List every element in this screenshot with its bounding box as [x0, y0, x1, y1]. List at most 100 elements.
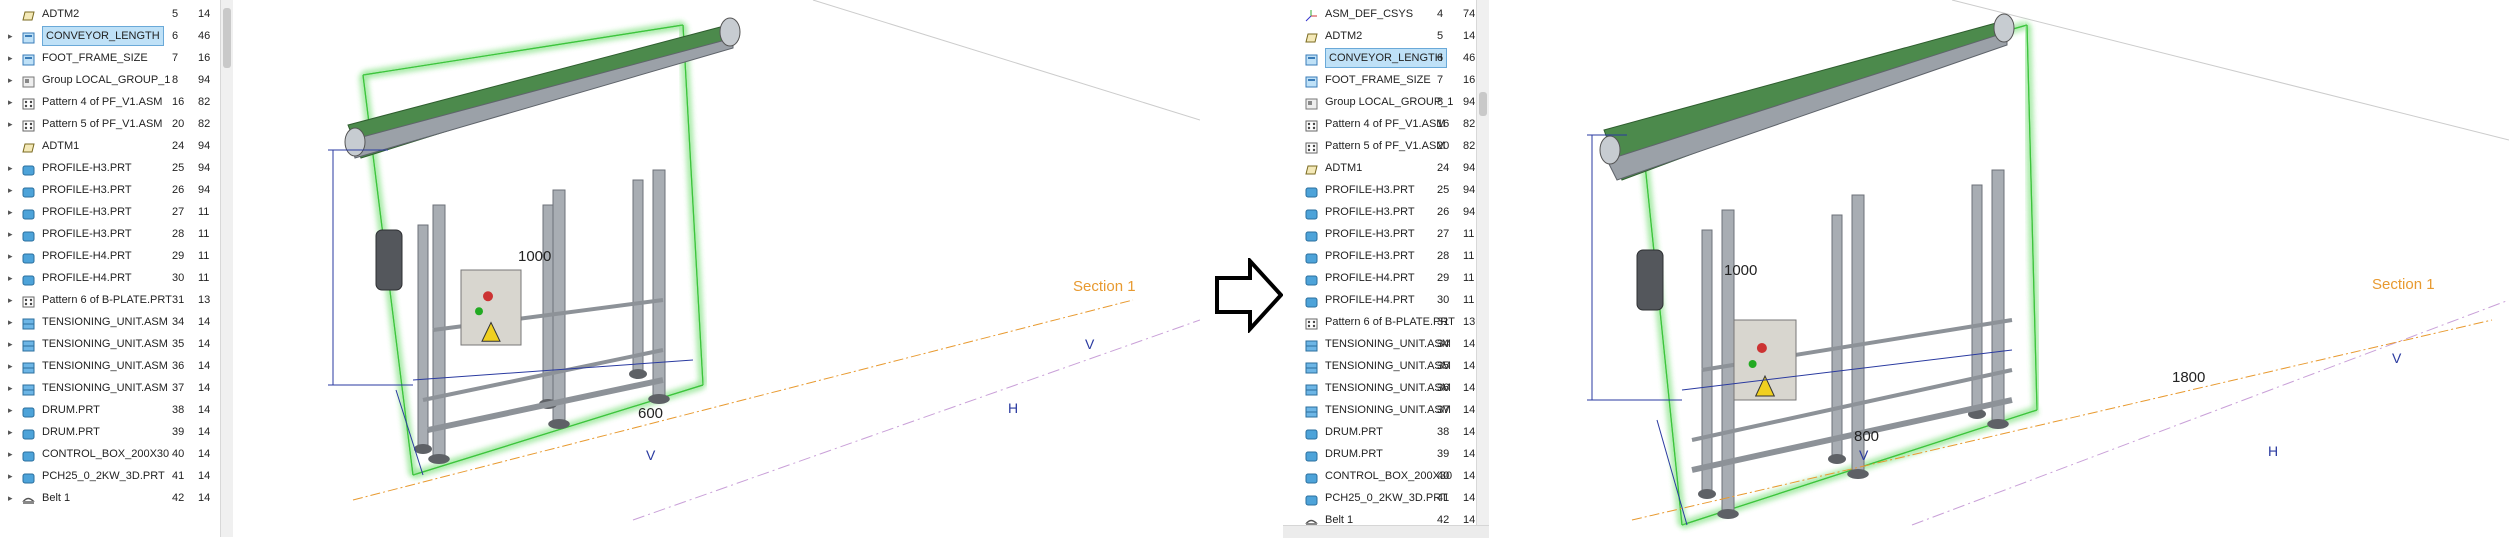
expand-arrow-icon[interactable]: ▸: [8, 47, 18, 69]
right-tree-row[interactable]: PROFILE-H4.PRT 29 11: [1283, 267, 1485, 289]
left-3d-viewport[interactable]: 1000 600 Section 1 V H V: [233, 0, 1200, 537]
right-tree-row[interactable]: PROFILE-H4.PRT 30 11: [1283, 289, 1485, 311]
expand-arrow-icon[interactable]: ▸: [8, 223, 18, 245]
expand-arrow-icon[interactable]: ▸: [8, 399, 18, 421]
left-tree-row[interactable]: ▸ DRUM.PRT 38 14: [0, 399, 220, 421]
expand-arrow-icon[interactable]: ▸: [8, 289, 18, 311]
right-tree-row[interactable]: PROFILE-H3.PRT 26 94: [1283, 201, 1485, 223]
left-tree-row[interactable]: ▸ PROFILE-H3.PRT 28 11: [0, 223, 220, 245]
left-tree-row[interactable]: ▸ Pattern 6 of B-PLATE.PRT 31 13: [0, 289, 220, 311]
tree-row-name: TENSIONING_UNIT.ASM: [1325, 338, 1451, 350]
tree-row-name: Pattern 5 of PF_V1.ASM: [1325, 140, 1446, 152]
right-tree-row[interactable]: CONVEYOR_LENGTH 6 46: [1283, 47, 1485, 69]
expand-arrow-icon[interactable]: ▸: [8, 311, 18, 333]
right-tree-row[interactable]: Group LOCAL_GROUP_1 8 94: [1283, 91, 1485, 113]
expand-arrow-icon[interactable]: ▸: [8, 157, 18, 179]
tree-row-value: 14: [198, 470, 211, 482]
part-icon: [1305, 294, 1318, 308]
tree-row-id: 39: [1437, 448, 1450, 460]
part-icon: [1305, 228, 1318, 242]
datum-plane-icon: [1305, 30, 1318, 43]
left-tree-row[interactable]: ▸ PROFILE-H3.PRT 27 11: [0, 201, 220, 223]
left-tree-row[interactable]: ▸ CONTROL_BOX_200X30 40 14: [0, 443, 220, 465]
expand-arrow-icon[interactable]: ▸: [8, 355, 18, 377]
part-icon: [1305, 272, 1318, 286]
left-tree-row[interactable]: ▸ Pattern 4 of PF_V1.ASM 16 82: [0, 91, 220, 113]
left-tree-scrollbar[interactable]: [220, 0, 233, 537]
right-tree-row[interactable]: CONTROL_BOX_200X30 40 14: [1283, 465, 1485, 487]
right-tree-row[interactable]: ADTM2 5 14: [1283, 25, 1485, 47]
expand-arrow-icon[interactable]: ▸: [8, 179, 18, 201]
right-tree-row[interactable]: Pattern 5 of PF_V1.ASM 20 82: [1283, 135, 1485, 157]
left-model-tree-panel: ADTM2 5 14 ▸ CONVEYOR_LENGTH 6 46 ▸ FOOT_FRAME_S…: [0, 0, 220, 537]
tree-row-value: 94: [1463, 184, 1476, 196]
right-tree-row[interactable]: TENSIONING_UNIT.ASM 35 14: [1283, 355, 1485, 377]
right-tree-row[interactable]: DRUM.PRT 39 14: [1283, 443, 1485, 465]
expand-arrow-icon[interactable]: ▸: [8, 245, 18, 267]
left-tree-row[interactable]: ▸ PROFILE-H4.PRT 30 11: [0, 267, 220, 289]
tree-row-value: 13: [1463, 316, 1476, 328]
left-tree-row[interactable]: ▸ Pattern 5 of PF_V1.ASM 20 82: [0, 113, 220, 135]
right-tree-row[interactable]: PROFILE-H3.PRT 27 11: [1283, 223, 1485, 245]
right-tree-row[interactable]: PCH25_0_2KW_3D.PRT 41 14: [1283, 487, 1485, 509]
right-tree-row[interactable]: Pattern 4 of PF_V1.ASM 16 82: [1283, 113, 1485, 135]
expand-arrow-icon[interactable]: ▸: [8, 25, 18, 47]
left-tree-row[interactable]: ▸ DRUM.PRT 39 14: [0, 421, 220, 443]
right-tree-row[interactable]: PROFILE-H3.PRT 25 94: [1283, 179, 1485, 201]
right-tree-row[interactable]: Pattern 6 of B-PLATE.PRT 31 13: [1283, 311, 1485, 333]
right-tree-row[interactable]: PROFILE-H3.PRT 28 11: [1283, 245, 1485, 267]
expand-arrow-icon[interactable]: ▸: [8, 91, 18, 113]
tree-row-value: 94: [1463, 206, 1476, 218]
expand-arrow-icon[interactable]: ▸: [8, 333, 18, 355]
leg-foot: [1828, 454, 1846, 464]
left-tree-row[interactable]: ▸ TENSIONING_UNIT.ASM 36 14: [0, 355, 220, 377]
pattern-icon: [1305, 140, 1318, 154]
tree-row-name: FOOT_FRAME_SIZE: [42, 52, 148, 64]
left-tree-row[interactable]: ▸ PCH25_0_2KW_3D.PRT 41 14: [0, 465, 220, 487]
right-tree-row[interactable]: TENSIONING_UNIT.ASM 36 14: [1283, 377, 1485, 399]
right-tree-scroll-thumb[interactable]: [1479, 92, 1487, 116]
expand-arrow-icon[interactable]: ▸: [8, 443, 18, 465]
tree-row-name: TENSIONING_UNIT.ASM: [1325, 360, 1451, 372]
control-button: [483, 291, 493, 302]
expand-arrow-icon[interactable]: ▸: [8, 69, 18, 91]
left-tree-scroll-thumb[interactable]: [223, 8, 231, 68]
left-tree-row[interactable]: ADTM1 24 94: [0, 135, 220, 157]
left-tree-row[interactable]: ▸ PROFILE-H4.PRT 29 11: [0, 245, 220, 267]
right-tree-row[interactable]: TENSIONING_UNIT.ASM 37 14: [1283, 399, 1485, 421]
frame-leg: [1991, 169, 2005, 421]
drum-end: [1599, 135, 1621, 165]
tree-row-id: 40: [1437, 470, 1450, 482]
left-tree-row[interactable]: ▸ PROFILE-H3.PRT 25 94: [0, 157, 220, 179]
right-tree-row[interactable]: TENSIONING_UNIT.ASM 34 14: [1283, 333, 1485, 355]
expand-arrow-icon[interactable]: ▸: [8, 201, 18, 223]
parameter-icon: [22, 52, 35, 66]
expand-arrow-icon[interactable]: ▸: [8, 267, 18, 289]
left-tree-row[interactable]: ADTM2 5 14: [0, 3, 220, 25]
left-tree-row[interactable]: ▸ TENSIONING_UNIT.ASM 34 14: [0, 311, 220, 333]
left-height-dimension: 1000: [518, 248, 552, 265]
tree-row-id: 38: [172, 404, 185, 416]
left-tree-row[interactable]: ▸ PROFILE-H3.PRT 26 94: [0, 179, 220, 201]
right-tree-horizontal-scrollbar[interactable]: [1283, 525, 1489, 538]
left-tree-row[interactable]: ▸ CONVEYOR_LENGTH 6 46: [0, 25, 220, 47]
right-tree-row[interactable]: DRUM.PRT 38 14: [1283, 421, 1485, 443]
leg-foot: [414, 444, 432, 454]
expand-arrow-icon[interactable]: ▸: [8, 421, 18, 443]
left-tree-row[interactable]: ▸ Group LOCAL_GROUP_1 8 94: [0, 69, 220, 91]
right-tree-row[interactable]: FOOT_FRAME_SIZE 7 16: [1283, 69, 1485, 91]
expand-arrow-icon[interactable]: ▸: [8, 465, 18, 487]
expand-arrow-icon[interactable]: ▸: [8, 113, 18, 135]
expand-arrow-icon[interactable]: ▸: [8, 487, 18, 509]
right-tree-row[interactable]: ASM_DEF_CSYS 4 74: [1283, 3, 1485, 25]
left-tree-row[interactable]: ▸ FOOT_FRAME_SIZE 7 16: [0, 47, 220, 69]
left-tree-row[interactable]: ▸ TENSIONING_UNIT.ASM 37 14: [0, 377, 220, 399]
right-tree-row[interactable]: ADTM1 24 94: [1283, 157, 1485, 179]
right-3d-viewport[interactable]: 1000 800 1800 Section 1 V H V: [1492, 0, 2509, 537]
left-tree-row[interactable]: ▸ TENSIONING_UNIT.ASM 35 14: [0, 333, 220, 355]
drum-end: [719, 17, 741, 47]
left-tree-row[interactable]: ▸ Belt 1 42 14: [0, 487, 220, 509]
expand-arrow-icon[interactable]: ▸: [8, 377, 18, 399]
right-tree-scrollbar[interactable]: [1476, 0, 1489, 537]
tree-row-name: Group LOCAL_GROUP_1: [42, 74, 171, 86]
